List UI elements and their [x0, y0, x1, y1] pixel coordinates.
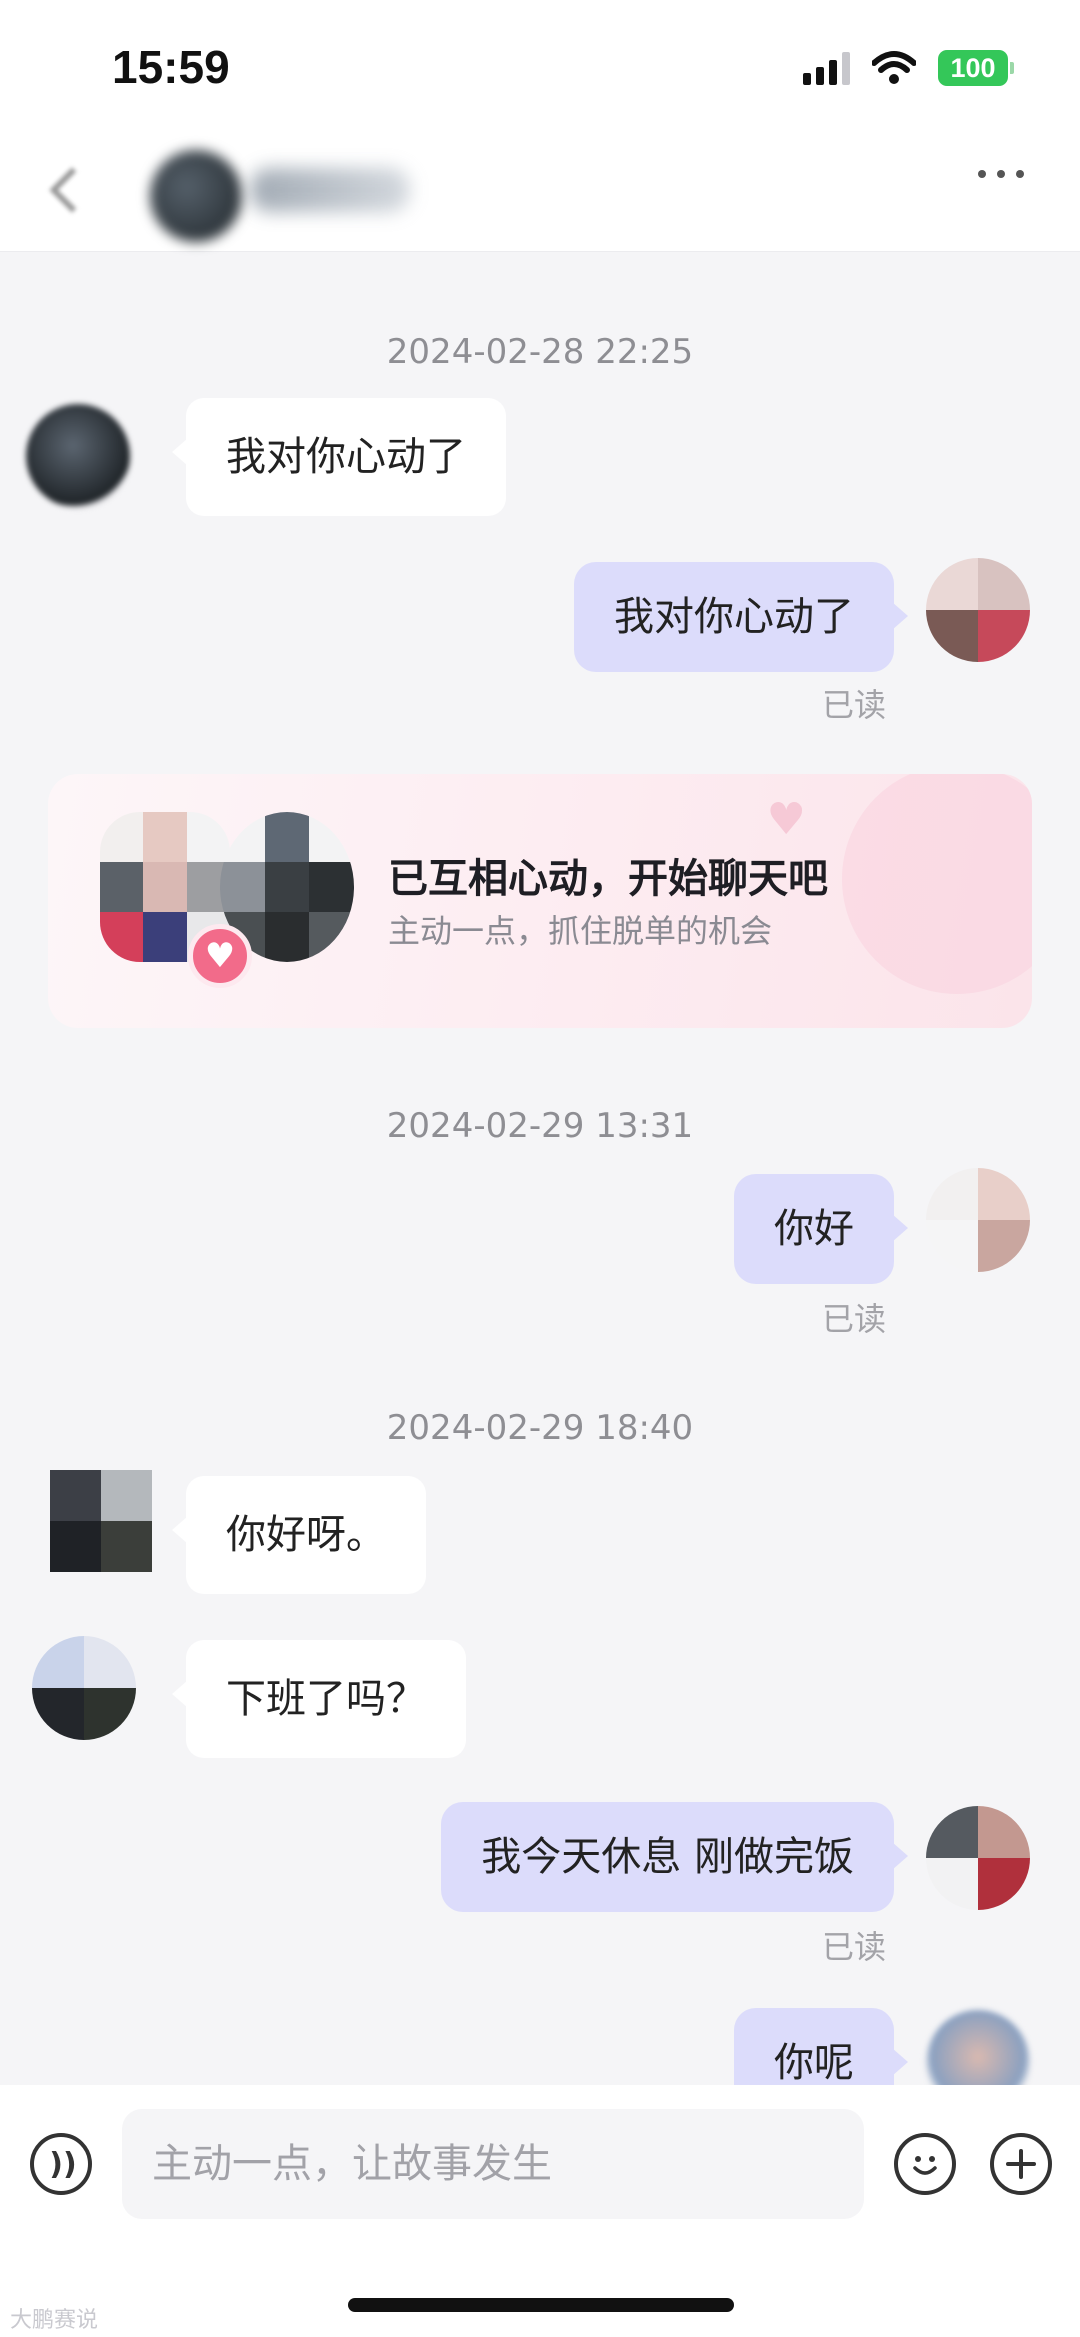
contact-avatar-incoming[interactable] — [26, 404, 130, 508]
outgoing-message[interactable]: 我对你心动了 — [574, 562, 908, 672]
incoming-message[interactable]: 我对你心动了 — [172, 398, 506, 516]
top-bar: 15:59 100 — [0, 0, 1080, 252]
my-avatar[interactable] — [926, 558, 1030, 662]
timestamp: 2024-02-29 13:31 — [386, 1106, 694, 1146]
my-avatar[interactable] — [926, 1806, 1030, 1910]
heart-icon: ♥ — [766, 794, 806, 845]
contact-name-blurred[interactable] — [250, 168, 410, 212]
my-avatar[interactable] — [926, 1168, 1030, 1272]
battery-indicator: 100 — [938, 50, 1014, 86]
read-receipt: 已读 — [821, 1928, 886, 1966]
more-icon[interactable] — [978, 170, 1024, 178]
back-icon[interactable] — [52, 160, 92, 220]
mutual-like-card: ♥ ♥ 已互相心动，开始聊天吧 主动一点，抓住脱单的机会 — [48, 774, 1032, 1028]
heart-icon: ♥ — [188, 924, 252, 988]
read-receipt: 已读 — [821, 1300, 886, 1338]
contact-avatar-incoming[interactable] — [50, 1470, 152, 1572]
status-time: 15:59 — [112, 41, 230, 93]
outgoing-message[interactable]: 你好 — [734, 1174, 908, 1284]
timestamp: 2024-02-28 22:25 — [386, 332, 694, 372]
message-input[interactable] — [122, 2109, 864, 2219]
timestamp: 2024-02-29 18:40 — [386, 1408, 694, 1448]
match-card-subtitle: 主动一点，抓住脱单的机会 — [388, 912, 773, 950]
incoming-message[interactable]: 你好呀。 — [172, 1476, 426, 1594]
match-card-title: 已互相心动，开始聊天吧 — [388, 856, 828, 902]
incoming-message[interactable]: 下班了吗？ — [172, 1640, 466, 1758]
wifi-icon — [872, 51, 916, 84]
watermark: 大鹏赛说 — [10, 2308, 99, 2333]
signal-icon — [803, 51, 850, 85]
outgoing-message[interactable]: 我今天休息 刚做完饭 — [441, 1802, 908, 1912]
voice-icon[interactable]: )) — [30, 2133, 92, 2195]
emoji-icon[interactable] — [894, 2133, 956, 2195]
status-icons: 100 — [803, 50, 1014, 86]
plus-icon[interactable] — [990, 2133, 1052, 2195]
contact-avatar[interactable] — [150, 150, 242, 242]
read-receipt: 已读 — [821, 686, 886, 724]
contact-avatar-incoming[interactable] — [32, 1636, 136, 1740]
home-indicator[interactable] — [348, 2298, 734, 2312]
